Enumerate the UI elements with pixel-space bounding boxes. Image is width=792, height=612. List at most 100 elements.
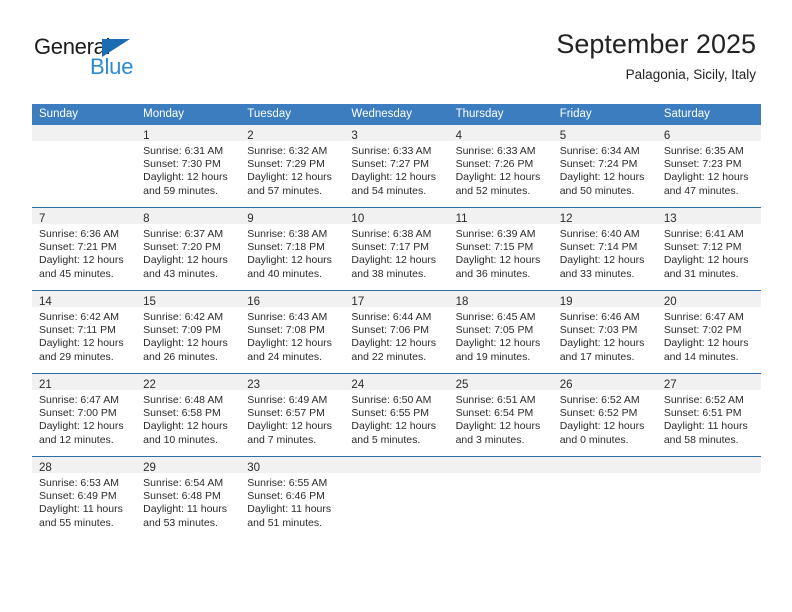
day-cell-empty bbox=[344, 456, 449, 539]
day-info-line: and 50 minutes. bbox=[559, 184, 635, 197]
day-info-line: Sunrise: 6:34 AM bbox=[559, 145, 640, 157]
day-cell[interactable]: 24 Sunrise: 6:50 AM Sunset: 6:55 PM Dayligh… bbox=[344, 373, 449, 457]
day-cell[interactable]: 23 Sunrise: 6:49 AM Sunset: 6:57 PM Dayligh… bbox=[240, 373, 345, 457]
day-details: Sunrise: 6:37 AM Sunset: 7:20 PM Daylight:… bbox=[136, 224, 240, 281]
day-details: Sunrise: 6:43 AM Sunset: 7:08 PM Daylight:… bbox=[240, 307, 344, 364]
day-cell[interactable]: 5 Sunrise: 6:34 AM Sunset: 7:24 PM Daylight… bbox=[552, 125, 657, 208]
day-cell[interactable]: 14 Sunrise: 6:42 AM Sunset: 7:11 PM Dayligh… bbox=[32, 290, 137, 374]
day-cell[interactable]: 17 Sunrise: 6:44 AM Sunset: 7:06 PM Dayligh… bbox=[344, 290, 449, 374]
day-info-line: Daylight: 12 hours bbox=[455, 420, 541, 433]
day-info-line: Sunrise: 6:42 AM bbox=[39, 311, 119, 323]
day-cell[interactable]: 2 Sunrise: 6:32 AM Sunset: 7:29 PM Daylight… bbox=[240, 125, 345, 208]
day-info-line: and 33 minutes. bbox=[559, 267, 635, 280]
day-info-line: Daylight: 11 hours bbox=[663, 420, 748, 433]
day-info-line: and 10 minutes. bbox=[143, 433, 218, 446]
day-cell[interactable]: 25 Sunrise: 6:51 AM Sunset: 6:54 PM Dayligh… bbox=[448, 373, 553, 457]
day-cell[interactable]: 15 Sunrise: 6:42 AM Sunset: 7:09 PM Dayligh… bbox=[136, 290, 241, 374]
page-header: General Blue September 2025 Palagonia, S… bbox=[0, 0, 792, 100]
day-cell[interactable]: 19 Sunrise: 6:46 AM Sunset: 7:03 PM Dayligh… bbox=[552, 290, 657, 374]
day-details: Sunrise: 6:31 AM Sunset: 7:30 PM Daylight:… bbox=[136, 141, 240, 198]
day-info-line: Daylight: 12 hours bbox=[455, 171, 541, 184]
day-number-band: 22 bbox=[136, 374, 241, 391]
day-cell[interactable]: 12 Sunrise: 6:40 AM Sunset: 7:14 PM Dayligh… bbox=[552, 207, 657, 291]
day-details: Sunrise: 6:48 AM Sunset: 6:58 PM Daylight:… bbox=[136, 390, 240, 447]
day-info-line: and 59 minutes. bbox=[143, 184, 218, 197]
day-info-line: Sunrise: 6:54 AM bbox=[143, 477, 224, 489]
day-info-line: Daylight: 12 hours bbox=[455, 337, 541, 350]
day-info-line: Daylight: 12 hours bbox=[39, 420, 124, 433]
day-info-line: Daylight: 12 hours bbox=[663, 254, 749, 267]
day-number-band: 24 bbox=[344, 374, 449, 391]
day-info-line: and 19 minutes. bbox=[455, 350, 531, 363]
calendar-week-row: 14 Sunrise: 6:42 AM Sunset: 7:11 PM Dayligh… bbox=[32, 290, 761, 374]
day-cell[interactable]: 18 Sunrise: 6:45 AM Sunset: 7:05 PM Dayligh… bbox=[448, 290, 553, 374]
day-info-line: Sunrise: 6:51 AM bbox=[455, 394, 536, 406]
day-cell[interactable]: 22 Sunrise: 6:48 AM Sunset: 6:58 PM Dayligh… bbox=[136, 373, 241, 457]
day-details: Sunrise: 6:47 AM Sunset: 7:02 PM Daylight:… bbox=[657, 307, 761, 364]
day-info-line: and 12 minutes. bbox=[39, 433, 114, 446]
day-number-band: 9 bbox=[240, 208, 345, 225]
day-cell[interactable]: 10 Sunrise: 6:38 AM Sunset: 7:17 PM Dayligh… bbox=[344, 207, 449, 291]
day-cell[interactable]: 20 Sunrise: 6:47 AM Sunset: 7:02 PM Dayligh… bbox=[656, 290, 761, 374]
day-info-line: Daylight: 12 hours bbox=[39, 337, 124, 350]
day-number: 1 bbox=[143, 130, 150, 142]
day-number: 12 bbox=[559, 213, 573, 225]
calendar-body: 1 Sunrise: 6:31 AM Sunset: 7:30 PM Daylight… bbox=[32, 125, 761, 539]
day-info-line: and 26 minutes. bbox=[143, 350, 218, 363]
day-cell[interactable]: 6 Sunrise: 6:35 AM Sunset: 7:23 PM Daylight… bbox=[656, 125, 761, 208]
day-cell[interactable]: 8 Sunrise: 6:37 AM Sunset: 7:20 PM Daylight… bbox=[136, 207, 241, 291]
day-number-band: 20 bbox=[656, 291, 761, 308]
day-cell[interactable]: 4 Sunrise: 6:33 AM Sunset: 7:26 PM Daylight… bbox=[448, 125, 553, 208]
calendar-week-row: 28 Sunrise: 6:53 AM Sunset: 6:49 PM Dayligh… bbox=[32, 456, 761, 539]
day-cell[interactable]: 21 Sunrise: 6:47 AM Sunset: 7:00 PM Dayligh… bbox=[32, 373, 137, 457]
day-info-line: Daylight: 12 hours bbox=[663, 337, 749, 350]
day-details: Sunrise: 6:52 AM Sunset: 6:51 PM Daylight:… bbox=[657, 390, 761, 447]
day-details: Sunrise: 6:44 AM Sunset: 7:06 PM Daylight:… bbox=[344, 307, 448, 364]
day-number-band: 8 bbox=[136, 208, 241, 225]
day-info-line: Sunset: 7:05 PM bbox=[455, 324, 534, 337]
day-cell[interactable]: 30 Sunrise: 6:55 AM Sunset: 6:46 PM Dayligh… bbox=[240, 456, 345, 539]
day-details: Sunrise: 6:38 AM Sunset: 7:17 PM Daylight:… bbox=[344, 224, 448, 281]
day-cell[interactable]: 9 Sunrise: 6:38 AM Sunset: 7:18 PM Daylight… bbox=[240, 207, 345, 291]
day-cell[interactable]: 11 Sunrise: 6:39 AM Sunset: 7:15 PM Dayligh… bbox=[448, 207, 553, 291]
weekday-header-tuesday: Tuesday bbox=[240, 104, 345, 125]
day-cell[interactable]: 28 Sunrise: 6:53 AM Sunset: 6:49 PM Dayligh… bbox=[32, 456, 137, 539]
day-number-band bbox=[448, 457, 553, 473]
day-details bbox=[657, 473, 761, 477]
day-number-band: 27 bbox=[656, 374, 761, 391]
day-cell[interactable]: 29 Sunrise: 6:54 AM Sunset: 6:48 PM Dayligh… bbox=[136, 456, 241, 539]
general-blue-logo[interactable]: General Blue bbox=[34, 34, 234, 84]
calendar-page: General Blue September 2025 Palagonia, S… bbox=[0, 0, 792, 612]
day-cell[interactable]: 1 Sunrise: 6:31 AM Sunset: 7:30 PM Daylight… bbox=[136, 125, 241, 208]
day-info-line: Daylight: 12 hours bbox=[559, 171, 645, 184]
day-cell[interactable]: 3 Sunrise: 6:33 AM Sunset: 7:27 PM Daylight… bbox=[344, 125, 449, 208]
day-info-line: and 54 minutes. bbox=[351, 184, 427, 197]
day-details bbox=[344, 473, 448, 477]
day-number-band bbox=[344, 457, 449, 473]
day-info-line: Sunset: 7:12 PM bbox=[663, 241, 742, 254]
calendar-grid: Sunday Monday Tuesday Wednesday Thursday Frid… bbox=[32, 104, 761, 539]
weekday-header-friday: Friday bbox=[552, 104, 657, 125]
day-info-line: Sunrise: 6:53 AM bbox=[39, 477, 119, 489]
day-info-line: and 45 minutes. bbox=[39, 267, 114, 280]
day-info-line: Daylight: 12 hours bbox=[143, 420, 228, 433]
day-number-band: 13 bbox=[656, 208, 761, 225]
day-info-line: Sunset: 7:26 PM bbox=[455, 158, 534, 171]
day-cell[interactable]: 26 Sunrise: 6:52 AM Sunset: 6:52 PM Dayligh… bbox=[552, 373, 657, 457]
day-number: 15 bbox=[143, 296, 156, 308]
day-cell[interactable]: 13 Sunrise: 6:41 AM Sunset: 7:12 PM Dayligh… bbox=[656, 207, 761, 291]
day-number: 29 bbox=[143, 462, 156, 474]
day-info-line: Sunset: 7:03 PM bbox=[559, 324, 638, 337]
day-cell[interactable]: 27 Sunrise: 6:52 AM Sunset: 6:51 PM Dayligh… bbox=[656, 373, 761, 457]
day-info-line: Sunset: 6:52 PM bbox=[559, 407, 638, 420]
day-cell[interactable]: 16 Sunrise: 6:43 AM Sunset: 7:08 PM Dayligh… bbox=[240, 290, 345, 374]
day-info-line: Sunrise: 6:32 AM bbox=[247, 145, 328, 157]
day-details: Sunrise: 6:51 AM Sunset: 6:54 PM Daylight:… bbox=[449, 390, 553, 447]
day-info-line: and 38 minutes. bbox=[351, 267, 427, 280]
day-number-band: 16 bbox=[240, 291, 345, 308]
day-number-band: 1 bbox=[136, 125, 241, 142]
day-info-line: Sunset: 7:15 PM bbox=[455, 241, 534, 254]
day-info-line: and 47 minutes. bbox=[663, 184, 739, 197]
day-info-line: Daylight: 12 hours bbox=[559, 420, 645, 433]
day-cell[interactable]: 7 Sunrise: 6:36 AM Sunset: 7:21 PM Daylight… bbox=[32, 207, 137, 291]
